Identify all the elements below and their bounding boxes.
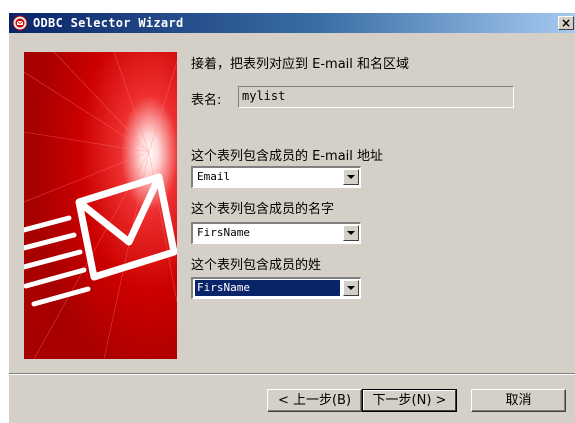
window-title: ODBC Selector Wizard [33,16,184,30]
title-bar[interactable]: ODBC Selector Wizard × [9,13,575,33]
lastname-column-label: 这个表列包含成员的姓 [191,258,322,273]
table-name-field: mylist [238,86,514,108]
wizard-window: ODBC Selector Wizard × 接着，把表列对应到 E-mail … [8,12,575,423]
lastname-column-value: FirsName [195,280,340,296]
dropdown-arrow-icon[interactable] [343,169,359,185]
wizard-heading: 接着，把表列对应到 E-mail 和名区域 [191,57,410,72]
back-button[interactable]: < 上一步(B) [267,389,362,412]
firstname-column-select[interactable]: FirsName [191,222,361,244]
app-icon [12,15,28,31]
dropdown-arrow-icon[interactable] [343,225,359,241]
table-name-label: 表名: [191,93,222,108]
firstname-column-label: 这个表列包含成员的名字 [191,202,335,217]
dropdown-arrow-icon[interactable] [343,280,359,296]
close-button[interactable]: × [558,16,574,30]
next-button[interactable]: 下一步(N) > [362,389,457,412]
email-column-select[interactable]: Email [191,166,361,188]
email-column-label: 这个表列包含成员的 E-mail 地址 [191,149,384,164]
firstname-column-value: FirsName [197,226,250,239]
separator [9,373,575,375]
email-column-value: Email [197,170,231,183]
wizard-side-image [24,52,177,359]
lastname-column-select[interactable]: FirsName [191,277,361,299]
cancel-button[interactable]: 取消 [471,389,566,412]
